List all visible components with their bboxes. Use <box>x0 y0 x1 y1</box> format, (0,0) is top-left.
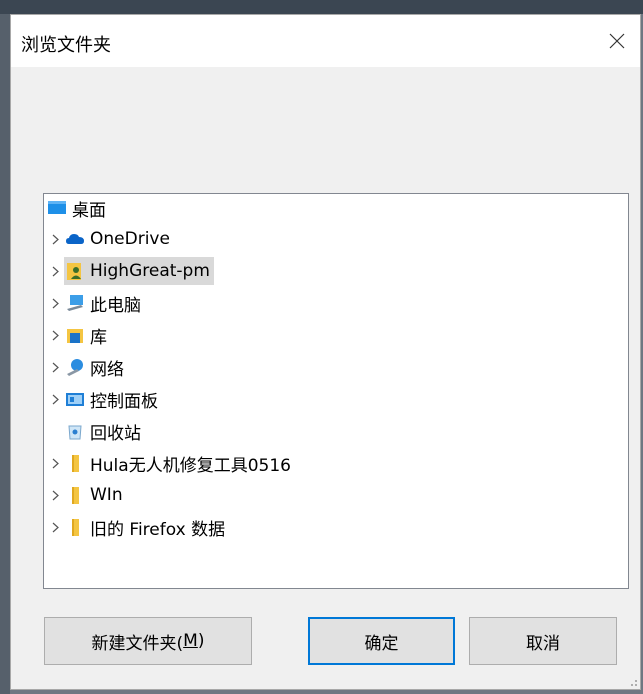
ok-button-label: 确定 <box>364 633 399 654</box>
tree-item-label: HighGreat-pm <box>90 261 210 281</box>
new-folder-label-prefix: 新建文件夹( <box>91 633 184 654</box>
background-window-strip <box>0 0 643 14</box>
desktop-icon <box>46 197 68 219</box>
folder-icon <box>64 484 86 506</box>
cloud-icon <box>64 228 86 250</box>
tree-item-label: 桌面 <box>72 200 106 221</box>
folder-icon <box>64 516 86 538</box>
tree-item-this-pc[interactable]: 此电脑 <box>46 289 145 317</box>
expand-chevron-icon[interactable] <box>46 225 64 253</box>
browse-folder-dialog: 浏览文件夹 桌面 OneDrive HighGreat-pm 此电脑 库 网络 … <box>10 14 641 690</box>
tree-item-label: 控制面板 <box>90 391 158 412</box>
folder-tree[interactable]: 桌面 OneDrive HighGreat-pm 此电脑 库 网络 控制面板 回… <box>43 193 629 589</box>
tree-item-label: 旧的 Firefox 数据 <box>90 519 226 540</box>
tree-item-label: Hula无人机修复工具0516 <box>90 455 291 476</box>
new-folder-button[interactable]: 新建文件夹(M) <box>44 617 252 665</box>
tree-item-label: 回收站 <box>90 423 141 444</box>
tree-item-win-folder[interactable]: WIn <box>46 481 127 509</box>
tree-item-firefox-data-folder[interactable]: 旧的 Firefox 数据 <box>46 513 229 541</box>
user-folder-icon <box>64 260 86 282</box>
tree-item-desktop[interactable]: 桌面 <box>46 194 110 222</box>
dialog-title: 浏览文件夹 <box>21 35 111 56</box>
expand-chevron-icon[interactable] <box>46 353 64 381</box>
tree-item-label: OneDrive <box>90 229 170 249</box>
close-icon <box>609 33 625 49</box>
resize-grip-icon[interactable] <box>626 675 638 687</box>
folder-icon <box>64 452 86 474</box>
expand-chevron-icon[interactable] <box>46 481 64 509</box>
tree-item-highgreat-pm[interactable]: HighGreat-pm <box>46 257 214 285</box>
network-icon <box>64 356 86 378</box>
title-bar: 浏览文件夹 <box>11 15 640 67</box>
cancel-button-label: 取消 <box>526 633 560 654</box>
library-icon <box>64 324 86 346</box>
tree-item-label: 网络 <box>90 359 124 380</box>
tree-item-recycle-bin[interactable]: 回收站 <box>64 417 145 445</box>
expand-chevron-icon[interactable] <box>46 289 64 317</box>
tree-item-network[interactable]: 网络 <box>46 353 128 381</box>
expand-chevron-icon[interactable] <box>46 385 64 413</box>
expand-chevron-icon[interactable] <box>46 513 64 541</box>
cancel-button[interactable]: 取消 <box>469 617 617 665</box>
tree-item-onedrive[interactable]: OneDrive <box>46 225 174 253</box>
tree-item-control-panel[interactable]: 控制面板 <box>46 385 162 413</box>
background-window-edge <box>0 14 10 694</box>
expand-chevron-icon[interactable] <box>46 257 64 285</box>
new-folder-mnemonic: M <box>183 631 198 651</box>
computer-icon <box>64 292 86 314</box>
tree-item-label: 库 <box>90 327 107 348</box>
expand-chevron-icon[interactable] <box>46 321 64 349</box>
ok-button[interactable]: 确定 <box>308 617 455 665</box>
control-panel-icon <box>64 388 86 410</box>
close-button[interactable] <box>594 15 640 67</box>
tree-item-label: WIn <box>90 485 123 505</box>
expand-chevron-icon[interactable] <box>46 449 64 477</box>
tree-item-label: 此电脑 <box>90 295 141 316</box>
new-folder-label-suffix: ) <box>197 631 205 651</box>
tree-item-library[interactable]: 库 <box>46 321 111 349</box>
tree-item-hula-folder[interactable]: Hula无人机修复工具0516 <box>46 449 295 477</box>
recycle-bin-icon <box>64 420 86 442</box>
